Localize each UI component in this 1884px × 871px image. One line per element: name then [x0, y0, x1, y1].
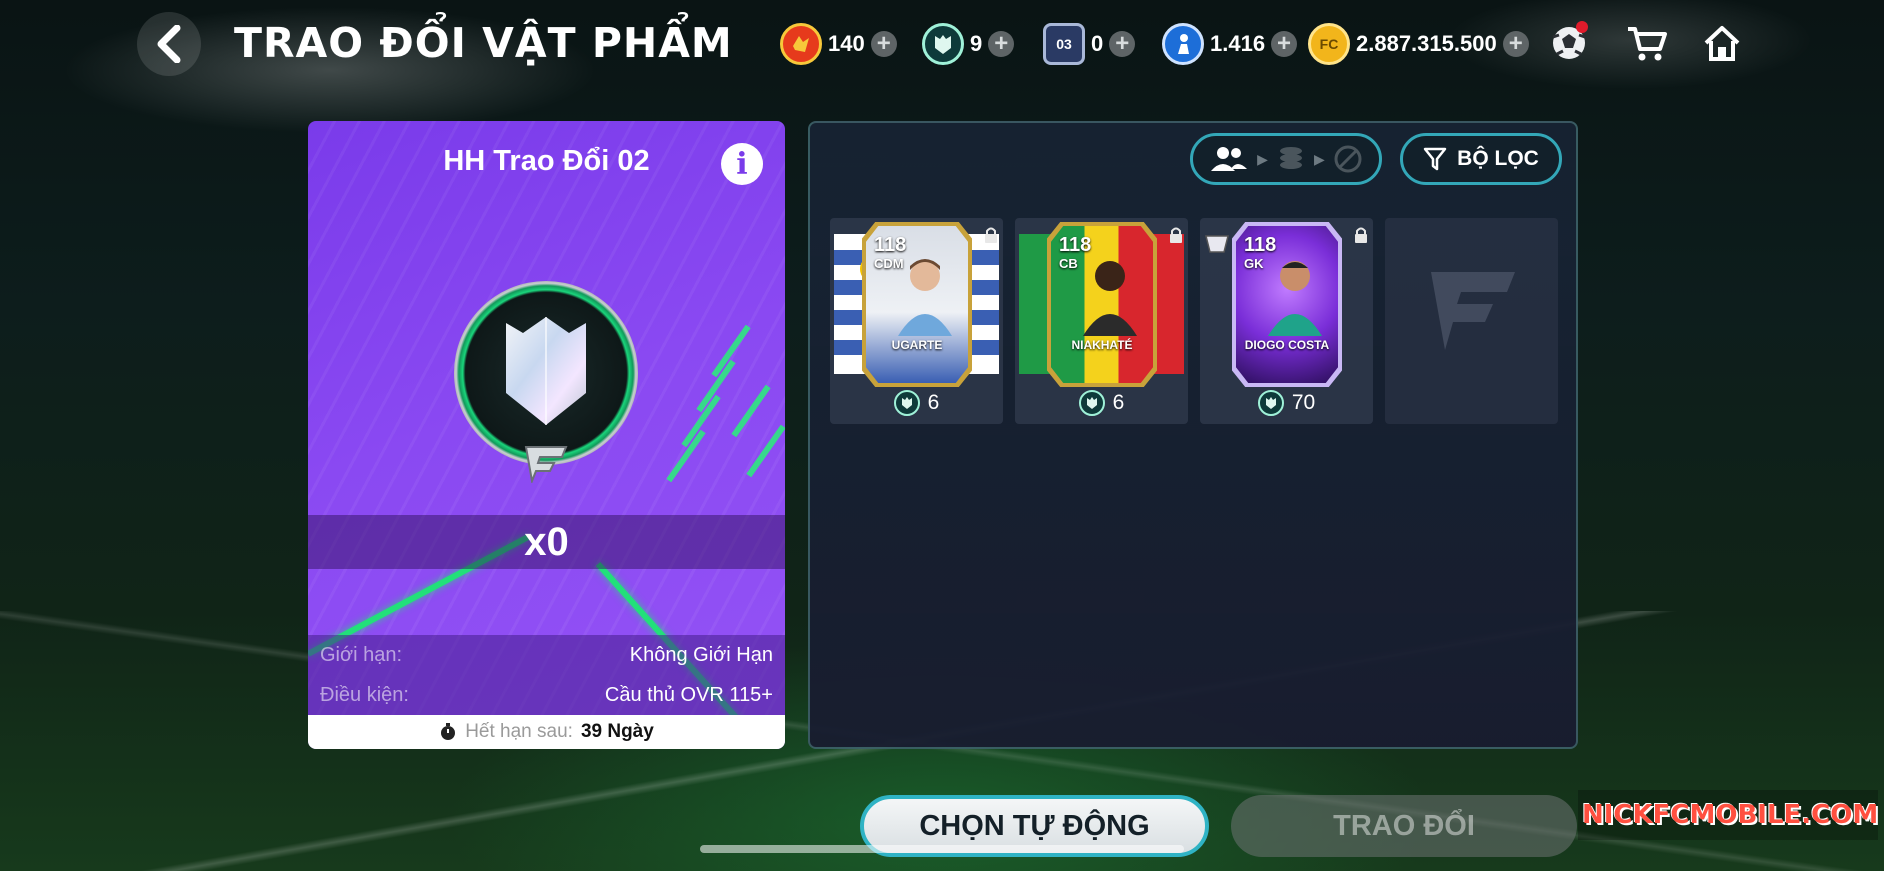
player-cost: 70	[1200, 390, 1373, 416]
lock-icon	[1355, 227, 1367, 243]
currency-player-coin[interactable]: 1.416 +	[1162, 21, 1298, 67]
currency-fc-coin[interactable]: FC 2.887.315.500 +	[1308, 21, 1529, 67]
chevron-right-icon: ▶	[1257, 150, 1268, 167]
users-icon	[1211, 147, 1248, 171]
red-token-value: 140	[828, 31, 865, 56]
coins-icon	[1279, 147, 1302, 169]
player-ovr: 118	[1059, 234, 1092, 256]
chevron-right-icon: ▶	[1314, 150, 1325, 167]
decor-dash	[731, 384, 771, 438]
exchange-badge	[454, 281, 638, 465]
player-cost: 6	[1015, 390, 1188, 416]
player-name: DIOGO COSTA	[1244, 338, 1330, 352]
sort-toggle[interactable]: ▶ ▶	[1190, 133, 1382, 185]
home-indicator	[700, 845, 1184, 853]
currency-ticket[interactable]: 03 0 +	[1043, 21, 1136, 67]
gem-icon	[1078, 390, 1105, 416]
expiry-label: Hết hạn sau:	[465, 721, 573, 742]
filter-label: BỘ LỌC	[1457, 147, 1539, 170]
home-icon	[1704, 26, 1740, 61]
stopwatch-icon	[441, 723, 456, 740]
player-coin-value: 1.416	[1210, 31, 1266, 56]
player-cost-value: 6	[927, 391, 940, 414]
red-token-icon	[780, 23, 822, 65]
empty-slot	[1385, 218, 1558, 424]
watermark: NICKFCMOBILE.COM	[1578, 790, 1878, 840]
condition-value: Cầu thủ OVR 115+	[604, 683, 773, 706]
player-portrait	[1268, 261, 1322, 336]
limit-label: Giới hạn:	[320, 643, 403, 666]
player-card: 118 GK DIOGO COSTA	[1232, 222, 1342, 387]
program-badge-icon	[1205, 235, 1229, 253]
no-entry-icon	[1334, 145, 1362, 173]
add-gem-button[interactable]: +	[988, 31, 1015, 57]
condition-row: Điều kiện: Cầu thủ OVR 115+	[308, 675, 785, 715]
player-card-slot[interactable]: 118 GK DIOGO COSTA 70	[1200, 218, 1373, 424]
owned-count: x0	[308, 515, 785, 569]
gem-icon	[922, 23, 964, 65]
player-position: GK	[1244, 256, 1264, 271]
exchange-item-panel: HH Trao Đổi 02 i x0 Giới hạn: Không Giới…	[308, 121, 785, 749]
filter-icon	[1423, 147, 1447, 171]
gem-value: 9	[970, 31, 983, 56]
info-button[interactable]: i	[721, 143, 763, 185]
ticket-value: 0	[1091, 31, 1104, 56]
page-title: TRAO ĐỔI VẬT PHẨM	[234, 19, 733, 67]
condition-label: Điều kiện:	[320, 683, 409, 706]
player-name: UGARTE	[891, 338, 943, 352]
info-icon: i	[736, 146, 748, 182]
player-position: CDM	[874, 256, 904, 271]
add-ticket-button[interactable]: +	[1109, 31, 1136, 57]
ticket-badge: 03	[1056, 36, 1072, 52]
watermark-text: NICKFCMOBILE.COM	[1582, 800, 1879, 830]
fc-coin-value: 2.887.315.500	[1356, 31, 1497, 56]
expiry-value: 39 Ngày	[580, 721, 654, 742]
shop-button[interactable]	[1622, 18, 1672, 68]
player-card: 118 CDM UGARTE	[862, 222, 972, 387]
player-portrait	[1083, 261, 1137, 336]
ticket-icon: 03	[1043, 23, 1085, 65]
limit-value: Không Giới Hạn	[629, 643, 773, 666]
player-cost-value: 70	[1291, 391, 1316, 414]
player-cost: 6	[830, 390, 1003, 416]
fc-coin-icon: FC	[1308, 23, 1350, 65]
player-name: NIAKHATÉ	[1071, 338, 1133, 352]
player-card-slot[interactable]: 118 CDM UGARTE 6	[830, 218, 1003, 424]
gem-icon	[893, 390, 920, 416]
packs-button[interactable]	[1544, 18, 1594, 68]
player-ovr: 118	[874, 234, 907, 256]
filter-button[interactable]: BỘ LỌC	[1400, 133, 1562, 185]
exchange-title: HH Trao Đổi 02	[443, 145, 650, 177]
player-card-slot[interactable]: 118 CB NIAKHATÉ 6	[1015, 218, 1188, 424]
home-button[interactable]	[1697, 18, 1747, 68]
cart-icon	[1628, 27, 1667, 61]
player-coin-icon	[1162, 23, 1204, 65]
fc-logo-icon	[524, 446, 568, 483]
chevron-left-icon	[157, 25, 181, 63]
back-button[interactable]	[137, 12, 201, 76]
decor-dash	[746, 424, 785, 478]
shield-gem-icon	[506, 317, 586, 425]
gem-icon	[1257, 390, 1284, 416]
lock-icon	[985, 227, 997, 243]
player-cost-value: 6	[1112, 391, 1125, 414]
expiry-row: Hết hạn sau: 39 Ngày	[308, 715, 785, 749]
player-position: CB	[1059, 256, 1078, 271]
trade-button[interactable]: TRAO ĐỔI	[1231, 795, 1577, 857]
lock-icon	[1170, 227, 1182, 243]
add-red-token-button[interactable]: +	[870, 31, 897, 57]
currency-red-token[interactable]: 140 +	[780, 21, 897, 67]
player-card: 118 CB NIAKHATÉ	[1047, 222, 1157, 387]
currency-gem[interactable]: 9 +	[922, 21, 1015, 67]
fc-logo-icon	[1431, 272, 1515, 350]
add-fc-coin-button[interactable]: +	[1502, 31, 1529, 57]
player-selection-panel: ▶ ▶ BỘ LỌC 118 CDM UGARTE 6 118 CB NIAKH…	[808, 121, 1578, 749]
notification-dot	[1576, 21, 1588, 33]
player-ovr: 118	[1244, 234, 1277, 256]
limit-row: Giới hạn: Không Giới Hạn	[308, 635, 785, 675]
add-player-coin-button[interactable]: +	[1271, 31, 1298, 57]
